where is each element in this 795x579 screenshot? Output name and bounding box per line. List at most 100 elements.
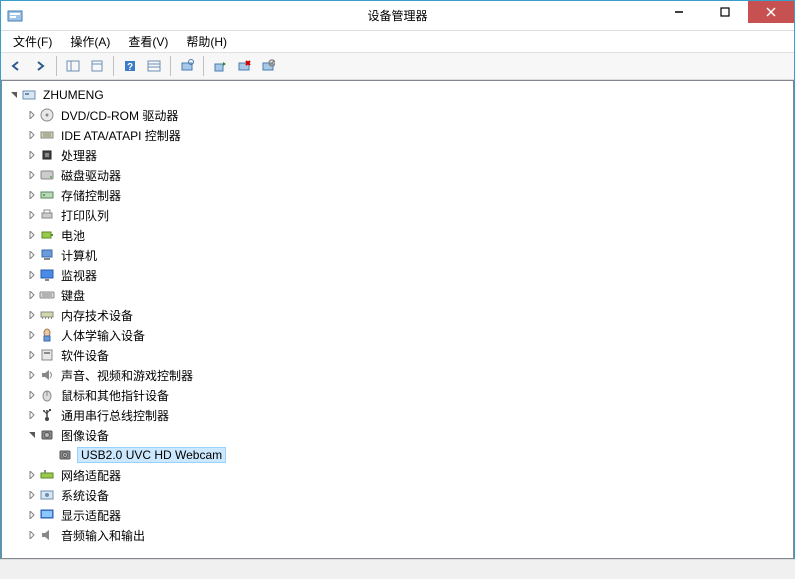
- expand-arrow-icon[interactable]: [26, 109, 38, 121]
- menu-file[interactable]: 文件(F): [5, 31, 60, 52]
- ide-icon: [39, 127, 55, 143]
- battery-icon: [39, 227, 55, 243]
- tree-category-10[interactable]: 内存技术设备: [4, 305, 791, 325]
- tree-node-label: ZHUMENG: [41, 88, 106, 102]
- expand-arrow-icon[interactable]: [26, 249, 38, 261]
- disc-icon: [39, 107, 55, 123]
- tree-root[interactable]: ZHUMENG: [4, 85, 791, 105]
- tree-category-13[interactable]: 声音、视频和游戏控制器: [4, 365, 791, 385]
- tree-node-label: 软件设备: [59, 347, 111, 364]
- close-button[interactable]: [748, 1, 794, 23]
- tree-category-6[interactable]: 电池: [4, 225, 791, 245]
- toolbar-separator: [56, 56, 57, 76]
- tree-panel[interactable]: ZHUMENG DVD/CD-ROM 驱动器 IDE ATA/ATAPI 控制器处理…: [1, 80, 794, 559]
- tree-category-11[interactable]: 人体学输入设备: [4, 325, 791, 345]
- software-icon: [39, 347, 55, 363]
- expand-arrow-icon[interactable]: [26, 429, 38, 441]
- tree-category-16[interactable]: 图像设备: [4, 425, 791, 445]
- expand-arrow-icon[interactable]: [26, 329, 38, 341]
- tree-category-5[interactable]: 打印队列: [4, 205, 791, 225]
- disable-button[interactable]: [257, 55, 279, 77]
- uninstall-button[interactable]: [233, 55, 255, 77]
- audio-icon: [39, 527, 55, 543]
- tree-node-label: 鼠标和其他指针设备: [59, 387, 171, 404]
- tree-category-4[interactable]: 存储控制器: [4, 185, 791, 205]
- window-buttons: [656, 1, 794, 23]
- expand-arrow-icon[interactable]: [26, 129, 38, 141]
- expand-arrow-icon[interactable]: [26, 349, 38, 361]
- expand-arrow-icon[interactable]: [26, 369, 38, 381]
- expand-arrow-icon[interactable]: [26, 289, 38, 301]
- tree-node-label: 内存技术设备: [59, 307, 135, 324]
- titlebar: 设备管理器: [1, 1, 794, 31]
- toolbar: ?: [1, 52, 794, 80]
- tree-category-12[interactable]: 软件设备: [4, 345, 791, 365]
- minimize-button[interactable]: [656, 1, 702, 23]
- properties-button[interactable]: [86, 55, 108, 77]
- usb-icon: [39, 407, 55, 423]
- hid-icon: [39, 327, 55, 343]
- tree-node-label: 键盘: [59, 287, 87, 304]
- toolbar-separator: [170, 56, 171, 76]
- expand-arrow-icon[interactable]: [26, 269, 38, 281]
- mouse-icon: [39, 387, 55, 403]
- forward-button[interactable]: [29, 55, 51, 77]
- image-icon: [39, 427, 55, 443]
- tree-node-label: 显示适配器: [59, 507, 123, 524]
- sound-icon: [39, 367, 55, 383]
- menu-view[interactable]: 查看(V): [120, 31, 176, 52]
- svg-text:?: ?: [127, 62, 133, 73]
- disk-icon: [39, 167, 55, 183]
- tree-category-9[interactable]: 键盘: [4, 285, 791, 305]
- maximize-button[interactable]: [702, 1, 748, 23]
- tree-category-8[interactable]: 监视器: [4, 265, 791, 285]
- expand-arrow-icon[interactable]: [26, 509, 38, 521]
- expand-arrow-icon[interactable]: [26, 409, 38, 421]
- expand-arrow-icon[interactable]: [8, 89, 20, 101]
- computer-icon: [39, 247, 55, 263]
- tree-node-label: 通用串行总线控制器: [59, 407, 171, 424]
- tree-category-1[interactable]: IDE ATA/ATAPI 控制器: [4, 125, 791, 145]
- tree-node-label: USB2.0 UVC HD Webcam: [77, 447, 226, 463]
- tree-node-label: 磁盘驱动器: [59, 167, 123, 184]
- tree-category-14[interactable]: 鼠标和其他指针设备: [4, 385, 791, 405]
- expand-arrow-icon[interactable]: [26, 529, 38, 541]
- network-icon: [39, 467, 55, 483]
- action-detail-button[interactable]: [143, 55, 165, 77]
- expand-arrow-icon[interactable]: [26, 389, 38, 401]
- expand-arrow-icon[interactable]: [26, 209, 38, 221]
- system-icon: [39, 487, 55, 503]
- tree-category-18[interactable]: 系统设备: [4, 485, 791, 505]
- menubar: 文件(F) 操作(A) 查看(V) 帮助(H): [1, 31, 794, 52]
- expand-arrow-icon[interactable]: [26, 469, 38, 481]
- tree-category-2[interactable]: 处理器: [4, 145, 791, 165]
- expand-arrow-icon: [44, 449, 56, 461]
- expand-arrow-icon[interactable]: [26, 189, 38, 201]
- tree-category-19[interactable]: 显示适配器: [4, 505, 791, 525]
- tree-node-label: 声音、视频和游戏控制器: [59, 367, 195, 384]
- expand-arrow-icon[interactable]: [26, 149, 38, 161]
- scan-hardware-button[interactable]: [176, 55, 198, 77]
- tree-category-20[interactable]: 音频输入和输出: [4, 525, 791, 545]
- tree-category-3[interactable]: 磁盘驱动器: [4, 165, 791, 185]
- menu-action[interactable]: 操作(A): [62, 31, 118, 52]
- expand-arrow-icon[interactable]: [26, 489, 38, 501]
- tree-category-7[interactable]: 计算机: [4, 245, 791, 265]
- cpu-icon: [39, 147, 55, 163]
- expand-arrow-icon[interactable]: [26, 309, 38, 321]
- tree-category-0[interactable]: DVD/CD-ROM 驱动器: [4, 105, 791, 125]
- tree-device-16-0[interactable]: USB2.0 UVC HD Webcam: [4, 445, 791, 465]
- show-hide-tree-button[interactable]: [62, 55, 84, 77]
- update-driver-button[interactable]: [209, 55, 231, 77]
- tree-node-label: 系统设备: [59, 487, 111, 504]
- tree-category-17[interactable]: 网络适配器: [4, 465, 791, 485]
- expand-arrow-icon[interactable]: [26, 169, 38, 181]
- tree-node-label: IDE ATA/ATAPI 控制器: [59, 127, 183, 144]
- tree-category-15[interactable]: 通用串行总线控制器: [4, 405, 791, 425]
- menu-help[interactable]: 帮助(H): [178, 31, 235, 52]
- tree-node-label: 打印队列: [59, 207, 111, 224]
- help-button[interactable]: ?: [119, 55, 141, 77]
- printer-icon: [39, 207, 55, 223]
- expand-arrow-icon[interactable]: [26, 229, 38, 241]
- back-button[interactable]: [5, 55, 27, 77]
